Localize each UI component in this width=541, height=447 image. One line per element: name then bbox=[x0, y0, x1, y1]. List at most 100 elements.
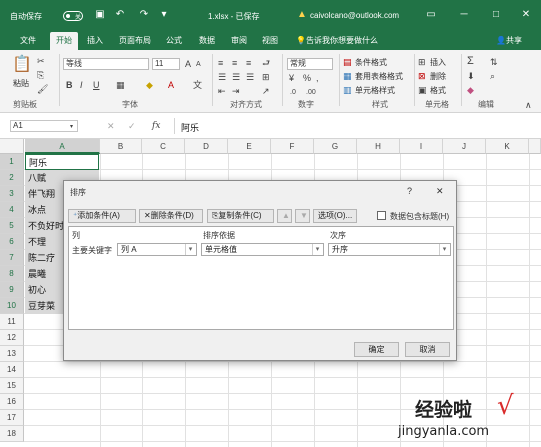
decrease-decimal-icon[interactable]: .00 bbox=[306, 88, 316, 98]
tab-insert[interactable]: 插入 bbox=[81, 32, 109, 50]
column-header[interactable]: F bbox=[271, 139, 314, 154]
add-level-button[interactable]: ⁺添加条件(A) bbox=[68, 209, 136, 223]
align-middle-icon[interactable]: ≡ bbox=[232, 58, 237, 68]
tab-data[interactable]: 数据 bbox=[193, 32, 221, 50]
confirm-entry-icon[interactable]: ✓ bbox=[128, 121, 136, 131]
row-header[interactable]: 4 bbox=[0, 202, 24, 218]
move-down-button[interactable]: ▼ bbox=[295, 209, 310, 223]
format-cells-button[interactable]: 格式 bbox=[430, 85, 446, 96]
row-header[interactable]: 15 bbox=[0, 378, 24, 394]
bold-icon[interactable]: B bbox=[66, 80, 73, 90]
format-painter-icon[interactable]: 🖌 bbox=[37, 84, 48, 94]
delete-cells-icon[interactable]: ⊠ bbox=[418, 71, 426, 81]
paste-label[interactable]: 粘贴 bbox=[13, 78, 29, 89]
column-header[interactable] bbox=[529, 139, 541, 154]
options-button[interactable]: 选项(O)... bbox=[313, 209, 357, 223]
tab-home[interactable]: 开始 bbox=[50, 32, 78, 50]
format-as-table-icon[interactable]: ▦ bbox=[343, 71, 352, 81]
dialog-close-button[interactable]: ✕ bbox=[436, 186, 444, 197]
font-size-select[interactable]: 11 bbox=[152, 58, 180, 70]
row-header[interactable]: 6 bbox=[0, 234, 24, 250]
conditional-format-button[interactable]: 条件格式 bbox=[355, 57, 387, 68]
cancel-entry-icon[interactable]: ✕ bbox=[107, 121, 115, 131]
row-header[interactable]: 17 bbox=[0, 410, 24, 426]
ribbon-display-icon[interactable]: ▭ bbox=[425, 9, 437, 21]
has-header-label[interactable]: 数据包含标题(H) bbox=[390, 211, 449, 222]
row-header[interactable]: 14 bbox=[0, 362, 24, 378]
row-header[interactable]: 2 bbox=[0, 170, 24, 186]
formula-input[interactable]: 阿乐 bbox=[181, 121, 199, 134]
italic-icon[interactable]: I bbox=[80, 80, 83, 90]
increase-decimal-icon[interactable]: .0 bbox=[290, 88, 296, 98]
copy-level-button[interactable]: ⎘复制条件(C) bbox=[207, 209, 274, 223]
increase-indent-icon[interactable]: ⇥ bbox=[232, 86, 240, 96]
font-color-icon[interactable]: A bbox=[168, 80, 174, 90]
sort-on-select[interactable]: 单元格值 ▾ bbox=[201, 243, 324, 256]
percent-icon[interactable]: % bbox=[303, 73, 311, 83]
number-format-select[interactable]: 常规 bbox=[287, 58, 333, 70]
row-header[interactable]: 1 bbox=[0, 154, 24, 170]
shrink-font-icon[interactable]: A bbox=[196, 60, 201, 70]
collapse-ribbon-icon[interactable]: ∧ bbox=[525, 100, 532, 110]
find-select-icon[interactable]: ⌕ bbox=[490, 71, 495, 81]
row-header[interactable]: 8 bbox=[0, 266, 24, 282]
tab-review[interactable]: 审阅 bbox=[225, 32, 253, 50]
copy-icon[interactable]: ⎘ bbox=[37, 70, 44, 80]
paste-icon[interactable]: 📋 bbox=[12, 56, 32, 74]
column-header[interactable]: J bbox=[443, 139, 486, 154]
cell-styles-icon[interactable]: ▥ bbox=[343, 85, 352, 95]
row-header[interactable]: 12 bbox=[0, 330, 24, 346]
row-header[interactable]: 18 bbox=[0, 426, 24, 442]
tab-file[interactable]: 文件 bbox=[14, 32, 42, 50]
account-email[interactable]: caivolcano@outlook.com bbox=[310, 11, 399, 20]
underline-icon[interactable]: U bbox=[93, 80, 100, 90]
phonetic-icon[interactable]: 文 bbox=[193, 80, 202, 90]
clear-icon[interactable]: ◆ bbox=[467, 85, 474, 95]
conditional-format-icon[interactable]: ▤ bbox=[343, 57, 352, 67]
name-box-dropdown-icon[interactable]: ▾ bbox=[70, 122, 73, 132]
align-right-icon[interactable]: ☰ bbox=[246, 72, 254, 82]
undo-icon[interactable]: ↶ bbox=[114, 9, 126, 21]
delete-cells-button[interactable]: 删除 bbox=[430, 71, 446, 82]
row-header[interactable]: 13 bbox=[0, 346, 24, 362]
ok-button[interactable]: 确定 bbox=[354, 342, 399, 357]
move-up-button[interactable]: ▲ bbox=[277, 209, 292, 223]
merge-cells-icon[interactable]: ⊞ bbox=[262, 72, 270, 82]
autosum-icon[interactable]: Σ bbox=[467, 56, 474, 67]
delete-level-button[interactable]: ✕删除条件(D) bbox=[139, 209, 203, 223]
column-header[interactable]: D bbox=[185, 139, 228, 154]
sort-filter-icon[interactable]: ⇅ bbox=[490, 57, 498, 67]
cut-icon[interactable]: ✂ bbox=[37, 56, 45, 66]
fill-color-icon[interactable]: ◆ bbox=[146, 80, 153, 90]
font-name-select[interactable]: 等线 bbox=[63, 58, 149, 70]
select-all-corner[interactable] bbox=[0, 139, 24, 154]
column-header[interactable]: C bbox=[142, 139, 185, 154]
customize-qat-icon[interactable]: ▾ bbox=[158, 9, 170, 21]
orientation-icon[interactable]: ↗ bbox=[262, 86, 270, 96]
row-header[interactable]: 11 bbox=[0, 314, 24, 330]
share-button[interactable]: 共享 bbox=[500, 32, 528, 50]
save-icon[interactable]: ▣ bbox=[94, 9, 106, 21]
name-box[interactable]: A1 bbox=[10, 120, 78, 132]
sort-column-select[interactable]: 列 A ▾ bbox=[117, 243, 197, 256]
tell-me-search[interactable]: 告诉我你想要做什么 bbox=[300, 32, 384, 50]
align-top-icon[interactable]: ≡ bbox=[218, 58, 223, 68]
column-header[interactable]: K bbox=[486, 139, 529, 154]
maximize-icon[interactable]: □ bbox=[490, 9, 502, 21]
column-header[interactable]: E bbox=[228, 139, 271, 154]
column-header[interactable]: B bbox=[100, 139, 142, 154]
help-button[interactable]: ? bbox=[407, 186, 412, 196]
column-header[interactable]: H bbox=[357, 139, 400, 154]
tab-page-layout[interactable]: 页面布局 bbox=[113, 32, 157, 50]
row-header[interactable]: 10 bbox=[0, 298, 24, 314]
order-select[interactable]: 升序 ▾ bbox=[328, 243, 451, 256]
minimize-icon[interactable]: ─ bbox=[458, 9, 470, 21]
column-header[interactable]: I bbox=[400, 139, 443, 154]
cancel-button[interactable]: 取消 bbox=[405, 342, 450, 357]
has-header-checkbox[interactable] bbox=[377, 211, 386, 220]
borders-icon[interactable]: ▦ bbox=[116, 80, 125, 90]
cell-a1[interactable]: 阿乐 bbox=[25, 154, 99, 170]
column-header[interactable]: G bbox=[314, 139, 357, 154]
cell-styles-button[interactable]: 单元格样式 bbox=[355, 85, 395, 96]
fill-icon[interactable]: ⬇ bbox=[467, 71, 475, 81]
